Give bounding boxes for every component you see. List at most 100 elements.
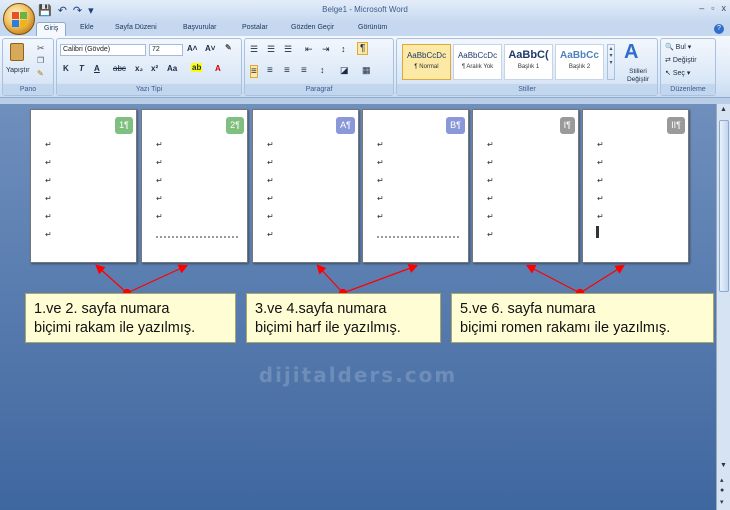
bold-icon[interactable]: K: [63, 64, 69, 73]
align-left-icon[interactable]: ≡: [250, 65, 258, 78]
subscript-icon[interactable]: x₂: [135, 64, 143, 73]
styles-scroll-icon[interactable]: ▴ ▾ ▾: [607, 44, 615, 80]
vertical-scrollbar[interactable]: ▲ ▼ ▴ ● ▾: [716, 104, 730, 510]
numbering-icon[interactable]: ☰: [267, 44, 275, 55]
group-editing: 🔍 Bul ▾ ⇄ Değiştir ↖ Seç ▾ Düzenleme: [660, 38, 716, 96]
ribbon-tabs: Giriş Ekle Sayfa Düzeni Başvurular Posta…: [0, 22, 730, 37]
paragraph-mark: ↵: [487, 230, 494, 239]
font-size-select[interactable]: 72: [149, 44, 183, 56]
find-button[interactable]: 🔍 Bul ▾: [665, 43, 691, 51]
bullets-icon[interactable]: ☰: [250, 44, 258, 55]
group-styles: AaBbCcDc ¶ Normal AaBbCcDc ¶ Aralık Yok …: [396, 38, 658, 96]
find-label: Bul: [675, 44, 686, 51]
page-1[interactable]: 1¶ ↵ ↵ ↵ ↵ ↵ ↵: [30, 109, 137, 263]
tab-gorunum[interactable]: Görünüm: [358, 24, 387, 31]
justify-icon[interactable]: ≡: [301, 65, 307, 76]
page-number-badge: II¶: [667, 117, 685, 134]
scroll-down-icon[interactable]: ▼: [720, 462, 727, 469]
replace-button[interactable]: ⇄ Değiştir: [665, 56, 697, 64]
group-font: Calibri (Gövde) 72 A˄ A˅ ✎ K T A abc x₂ …: [56, 38, 242, 96]
page-6[interactable]: II¶ ↵ ↵ ↵ ↵ ↵: [582, 109, 689, 263]
scroll-up-icon[interactable]: ▲: [720, 106, 727, 113]
office-button[interactable]: [3, 3, 35, 35]
decrease-indent-icon[interactable]: ⇤: [305, 44, 313, 55]
paragraph-mark: ↵: [45, 212, 52, 221]
paragraph-mark: ↵: [45, 176, 52, 185]
restore-button[interactable]: ▫: [711, 3, 714, 13]
underline-icon[interactable]: A: [94, 64, 100, 73]
previous-page-icon[interactable]: ▴: [720, 476, 724, 484]
page-4[interactable]: B¶ ↵ ↵ ↵ ↵ ↵: [362, 109, 469, 263]
group-label-paragraph: Paragraf: [245, 84, 393, 95]
style-label: ¶ Normal: [414, 64, 439, 70]
paragraph-mark: ↵: [156, 176, 163, 185]
sort-icon[interactable]: ↕: [341, 44, 346, 54]
italic-icon[interactable]: T: [79, 64, 84, 73]
page-3[interactable]: A¶ ↵ ↵ ↵ ↵ ↵ ↵: [252, 109, 359, 263]
style-heading-2[interactable]: AaBbCc Başlık 2: [555, 44, 604, 80]
highlight-icon[interactable]: ab: [191, 63, 203, 72]
tab-sayfa-duzeni[interactable]: Sayfa Düzeni: [115, 24, 157, 31]
window-controls: – ▫ x: [699, 3, 726, 13]
section-break: [377, 236, 459, 238]
paragraph-mark: ↵: [487, 194, 494, 203]
style-sample: AaBbCcDc: [406, 51, 447, 60]
callout-line: 1.ve 2. sayfa numara: [34, 301, 170, 317]
scrollbar-thumb[interactable]: [719, 120, 729, 292]
change-styles-button[interactable]: Stilleri Değiştir: [619, 68, 657, 84]
shading-icon[interactable]: ◪: [340, 65, 349, 76]
tab-gozden-gecir[interactable]: Gözden Geçir: [291, 24, 334, 31]
tab-ekle[interactable]: Ekle: [80, 24, 94, 31]
style-heading-1[interactable]: AaBbC( Başlık 1: [504, 44, 553, 80]
format-painter-icon[interactable]: ✎: [37, 69, 44, 78]
title-bar: 💾 ↶ ↷ ▾ Belge1 - Microsoft Word – ▫ x: [0, 0, 730, 22]
strikethrough-icon[interactable]: abc: [113, 64, 126, 73]
paragraph-mark: ↵: [267, 140, 274, 149]
font-color-icon[interactable]: A: [215, 64, 221, 73]
grow-font-icon[interactable]: A˄: [187, 44, 197, 53]
style-sample: AaBbCc: [560, 50, 599, 61]
font-family-select[interactable]: Calibri (Gövde): [60, 44, 146, 56]
paragraph-mark: ↵: [487, 158, 494, 167]
tab-giris[interactable]: Giriş: [36, 22, 67, 37]
copy-icon[interactable]: ❐: [37, 56, 44, 65]
callout-2: 3.ve 4.sayfa numara biçimi harf ile yazı…: [246, 293, 441, 343]
show-formatting-icon[interactable]: ¶: [357, 42, 369, 55]
paragraph-mark: ↵: [267, 158, 274, 167]
cut-icon[interactable]: ✂: [37, 43, 45, 54]
page-number-badge: I¶: [559, 117, 575, 134]
page-5[interactable]: I¶ ↵ ↵ ↵ ↵ ↵ ↵: [472, 109, 579, 263]
align-center-icon[interactable]: ≡: [267, 65, 273, 76]
align-right-icon[interactable]: ≡: [284, 65, 290, 76]
callout-line: biçimi harf ile yazılmış.: [255, 320, 401, 336]
close-button[interactable]: x: [722, 3, 727, 13]
select-button[interactable]: ↖ Seç ▾: [665, 69, 690, 77]
group-pano: Yapıştır ✂ ❐ ✎ Pano: [2, 38, 54, 96]
shrink-font-icon[interactable]: A˅: [205, 44, 215, 53]
paste-icon[interactable]: [10, 43, 24, 61]
page-2[interactable]: 2¶ ↵ ↵ ↵ ↵ ↵: [141, 109, 248, 263]
tab-postalar[interactable]: Postalar: [242, 24, 268, 31]
paste-button[interactable]: Yapıştır: [6, 67, 30, 74]
superscript-icon[interactable]: x²: [151, 64, 158, 73]
style-label: Başlık 1: [517, 64, 540, 70]
increase-indent-icon[interactable]: ⇥: [322, 44, 330, 55]
change-case-icon[interactable]: Aa: [167, 64, 177, 73]
browse-object-icon[interactable]: ●: [720, 487, 724, 494]
borders-icon[interactable]: ▦: [362, 65, 371, 76]
callout-line: biçimi romen rakamı ile yazılmış.: [460, 320, 671, 336]
change-styles-icon[interactable]: A: [624, 41, 638, 64]
multilevel-list-icon[interactable]: ☰: [284, 44, 292, 55]
paragraph-mark: ↵: [267, 230, 274, 239]
help-icon[interactable]: ?: [714, 24, 724, 34]
clear-format-icon[interactable]: ✎: [225, 43, 232, 52]
minimize-button[interactable]: –: [699, 3, 704, 13]
tab-basvurular[interactable]: Başvurular: [183, 24, 216, 31]
style-label: Başlık 2: [568, 64, 591, 70]
next-page-icon[interactable]: ▾: [720, 498, 724, 506]
paragraph-mark: ↵: [597, 140, 604, 149]
line-spacing-icon[interactable]: ↕: [320, 65, 325, 75]
group-label-editing: Düzenleme: [661, 84, 715, 95]
style-normal[interactable]: AaBbCcDc ¶ Normal: [402, 44, 451, 80]
style-no-spacing[interactable]: AaBbCcDc ¶ Aralık Yok: [453, 44, 502, 80]
